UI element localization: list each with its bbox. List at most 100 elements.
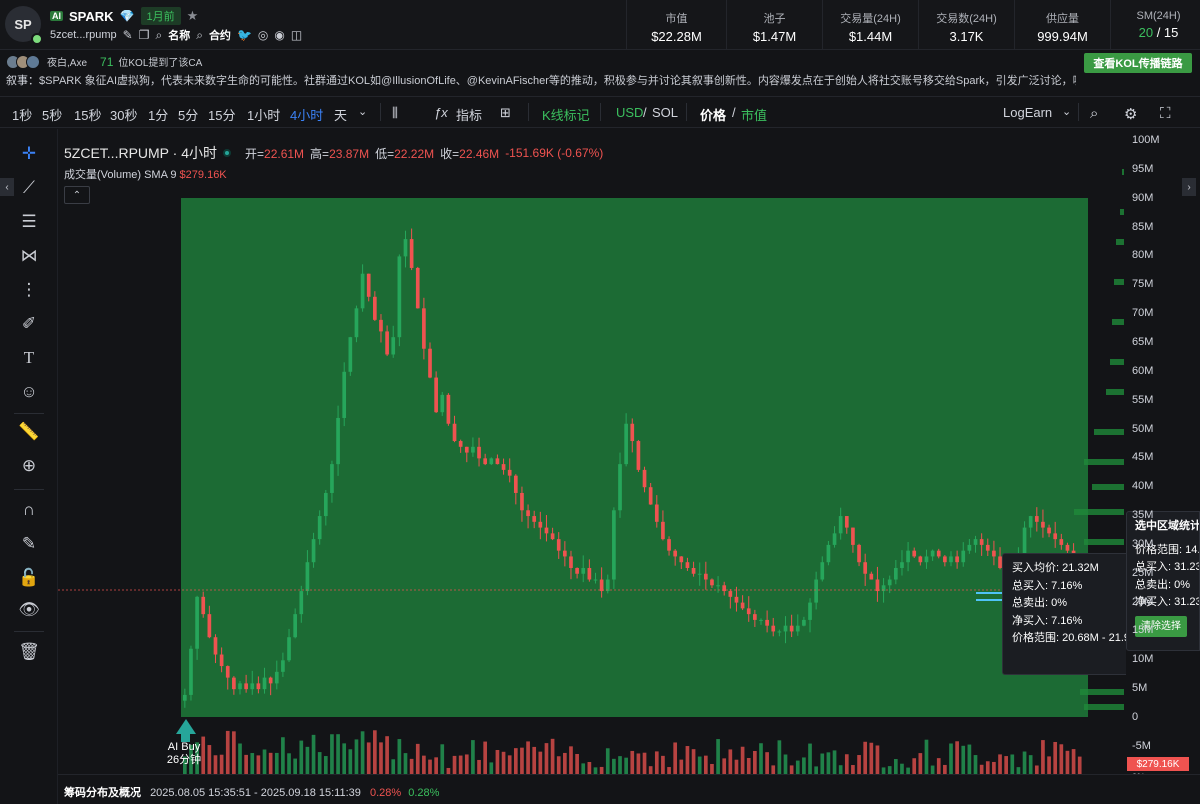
candle[interactable] bbox=[495, 458, 500, 465]
chevron-down-icon[interactable]: ⌄ bbox=[358, 105, 367, 118]
candle[interactable] bbox=[385, 331, 389, 355]
candle[interactable] bbox=[973, 539, 978, 545]
candle[interactable] bbox=[661, 521, 665, 540]
candle[interactable] bbox=[201, 596, 206, 615]
brush-icon[interactable]: ✐ bbox=[18, 313, 40, 335]
text-icon[interactable]: T bbox=[18, 347, 40, 369]
candle[interactable] bbox=[624, 423, 628, 465]
candle[interactable] bbox=[403, 239, 408, 257]
gear-icon[interactable]: ⚙ bbox=[1124, 105, 1137, 123]
usd-toggle[interactable]: USD bbox=[616, 105, 643, 120]
candle[interactable] bbox=[458, 441, 463, 447]
candle[interactable] bbox=[538, 521, 543, 528]
candle[interactable] bbox=[489, 458, 494, 465]
candle[interactable] bbox=[550, 533, 555, 540]
globe-icon[interactable]: ◎ bbox=[258, 28, 268, 42]
interval-15m[interactable]: 15分 bbox=[208, 105, 235, 124]
candle[interactable] bbox=[795, 625, 800, 632]
candle[interactable] bbox=[342, 371, 347, 418]
candle[interactable] bbox=[379, 319, 383, 332]
zoom-in-icon[interactable]: ⊕ bbox=[18, 455, 40, 477]
fx-icon[interactable]: ƒx bbox=[434, 105, 448, 120]
candle[interactable] bbox=[250, 683, 255, 690]
candle[interactable] bbox=[281, 660, 285, 672]
candle[interactable] bbox=[918, 556, 923, 563]
candles-icon[interactable]: ⫼ bbox=[392, 105, 398, 121]
interval-4h[interactable]: 4小时 bbox=[290, 105, 323, 124]
candle[interactable] bbox=[814, 579, 818, 603]
candle[interactable] bbox=[262, 677, 267, 690]
candle[interactable] bbox=[464, 446, 469, 453]
candle[interactable] bbox=[667, 539, 671, 551]
kol-chain-button[interactable]: 查看KOL传播链路 bbox=[1084, 53, 1192, 73]
candle[interactable] bbox=[563, 550, 567, 557]
name-search-label[interactable]: 名称 bbox=[168, 27, 190, 43]
candle[interactable] bbox=[673, 550, 678, 557]
edit-icon[interactable]: ✎ bbox=[123, 28, 133, 42]
mcap-toggle[interactable]: 市值 bbox=[741, 105, 767, 124]
sol-toggle[interactable]: SOL bbox=[652, 105, 678, 120]
globe-alt-icon[interactable]: ◉ bbox=[274, 28, 284, 42]
lock-icon[interactable]: 🔓 bbox=[18, 567, 40, 589]
lock-draw-icon[interactable]: ✎ bbox=[18, 533, 40, 555]
candle[interactable] bbox=[746, 608, 751, 615]
candle[interactable] bbox=[581, 567, 586, 574]
magnet-icon[interactable]: ∩ bbox=[18, 499, 40, 521]
token-address[interactable]: 5zcet...rpump bbox=[50, 29, 117, 41]
candle[interactable] bbox=[293, 614, 298, 638]
candle[interactable] bbox=[967, 544, 972, 551]
candle[interactable] bbox=[183, 694, 187, 701]
candle[interactable] bbox=[232, 677, 236, 690]
candle[interactable] bbox=[734, 596, 739, 603]
candle[interactable] bbox=[213, 637, 218, 655]
candle[interactable] bbox=[373, 296, 377, 320]
candle[interactable] bbox=[636, 441, 641, 470]
candle[interactable] bbox=[195, 596, 199, 649]
candle[interactable] bbox=[366, 273, 371, 297]
candle[interactable] bbox=[887, 579, 892, 586]
trendline-icon[interactable]: ⟋ bbox=[18, 177, 40, 199]
candle[interactable] bbox=[513, 475, 518, 493]
candle[interactable] bbox=[189, 648, 193, 695]
candle[interactable] bbox=[207, 614, 212, 638]
candle[interactable] bbox=[428, 348, 432, 378]
candle[interactable] bbox=[826, 544, 831, 563]
candle[interactable] bbox=[1065, 544, 1070, 551]
scale-label[interactable]: LogEarn bbox=[1003, 105, 1052, 120]
kline-mark-toggle[interactable]: K线标记 bbox=[542, 105, 590, 124]
candle[interactable] bbox=[949, 556, 953, 563]
candle[interactable] bbox=[299, 591, 304, 615]
candle[interactable] bbox=[446, 394, 451, 424]
candle[interactable] bbox=[832, 533, 837, 545]
candle[interactable] bbox=[569, 556, 573, 568]
candle[interactable] bbox=[219, 654, 224, 667]
candle[interactable] bbox=[844, 516, 849, 528]
candle[interactable] bbox=[630, 423, 635, 442]
candle[interactable] bbox=[875, 579, 880, 592]
candle[interactable] bbox=[654, 504, 659, 522]
horizontal-lines-icon[interactable]: ☰ bbox=[18, 211, 40, 233]
candle[interactable] bbox=[697, 573, 702, 575]
price-chart[interactable]: AI Buy 26分钟 5ZCET...RPUMP · 4小时 开=22.61M… bbox=[58, 129, 1126, 774]
magnifier-icon[interactable]: ⌕ bbox=[1090, 105, 1098, 122]
candle[interactable] bbox=[679, 556, 684, 563]
twitter-icon[interactable]: 🐦 bbox=[237, 28, 252, 42]
candle[interactable] bbox=[648, 487, 653, 505]
chevron-down-icon[interactable]: ⌄ bbox=[1062, 105, 1071, 118]
interval-1h[interactable]: 1小时 bbox=[247, 105, 280, 124]
candle[interactable] bbox=[507, 469, 512, 476]
star-icon[interactable]: ★ bbox=[187, 8, 199, 24]
candle[interactable] bbox=[912, 550, 917, 557]
candle[interactable] bbox=[893, 567, 898, 580]
chevron-left-icon[interactable]: ‹ bbox=[0, 178, 14, 196]
candle[interactable] bbox=[618, 464, 622, 511]
candle[interactable] bbox=[422, 308, 426, 349]
candle[interactable] bbox=[409, 239, 414, 268]
candle[interactable] bbox=[1028, 516, 1033, 528]
candle[interactable] bbox=[238, 683, 242, 690]
candle[interactable] bbox=[225, 666, 230, 678]
candle[interactable] bbox=[593, 579, 598, 581]
candle[interactable] bbox=[961, 550, 966, 563]
copy-icon[interactable]: ❐ bbox=[139, 28, 150, 42]
candle[interactable] bbox=[452, 423, 457, 442]
